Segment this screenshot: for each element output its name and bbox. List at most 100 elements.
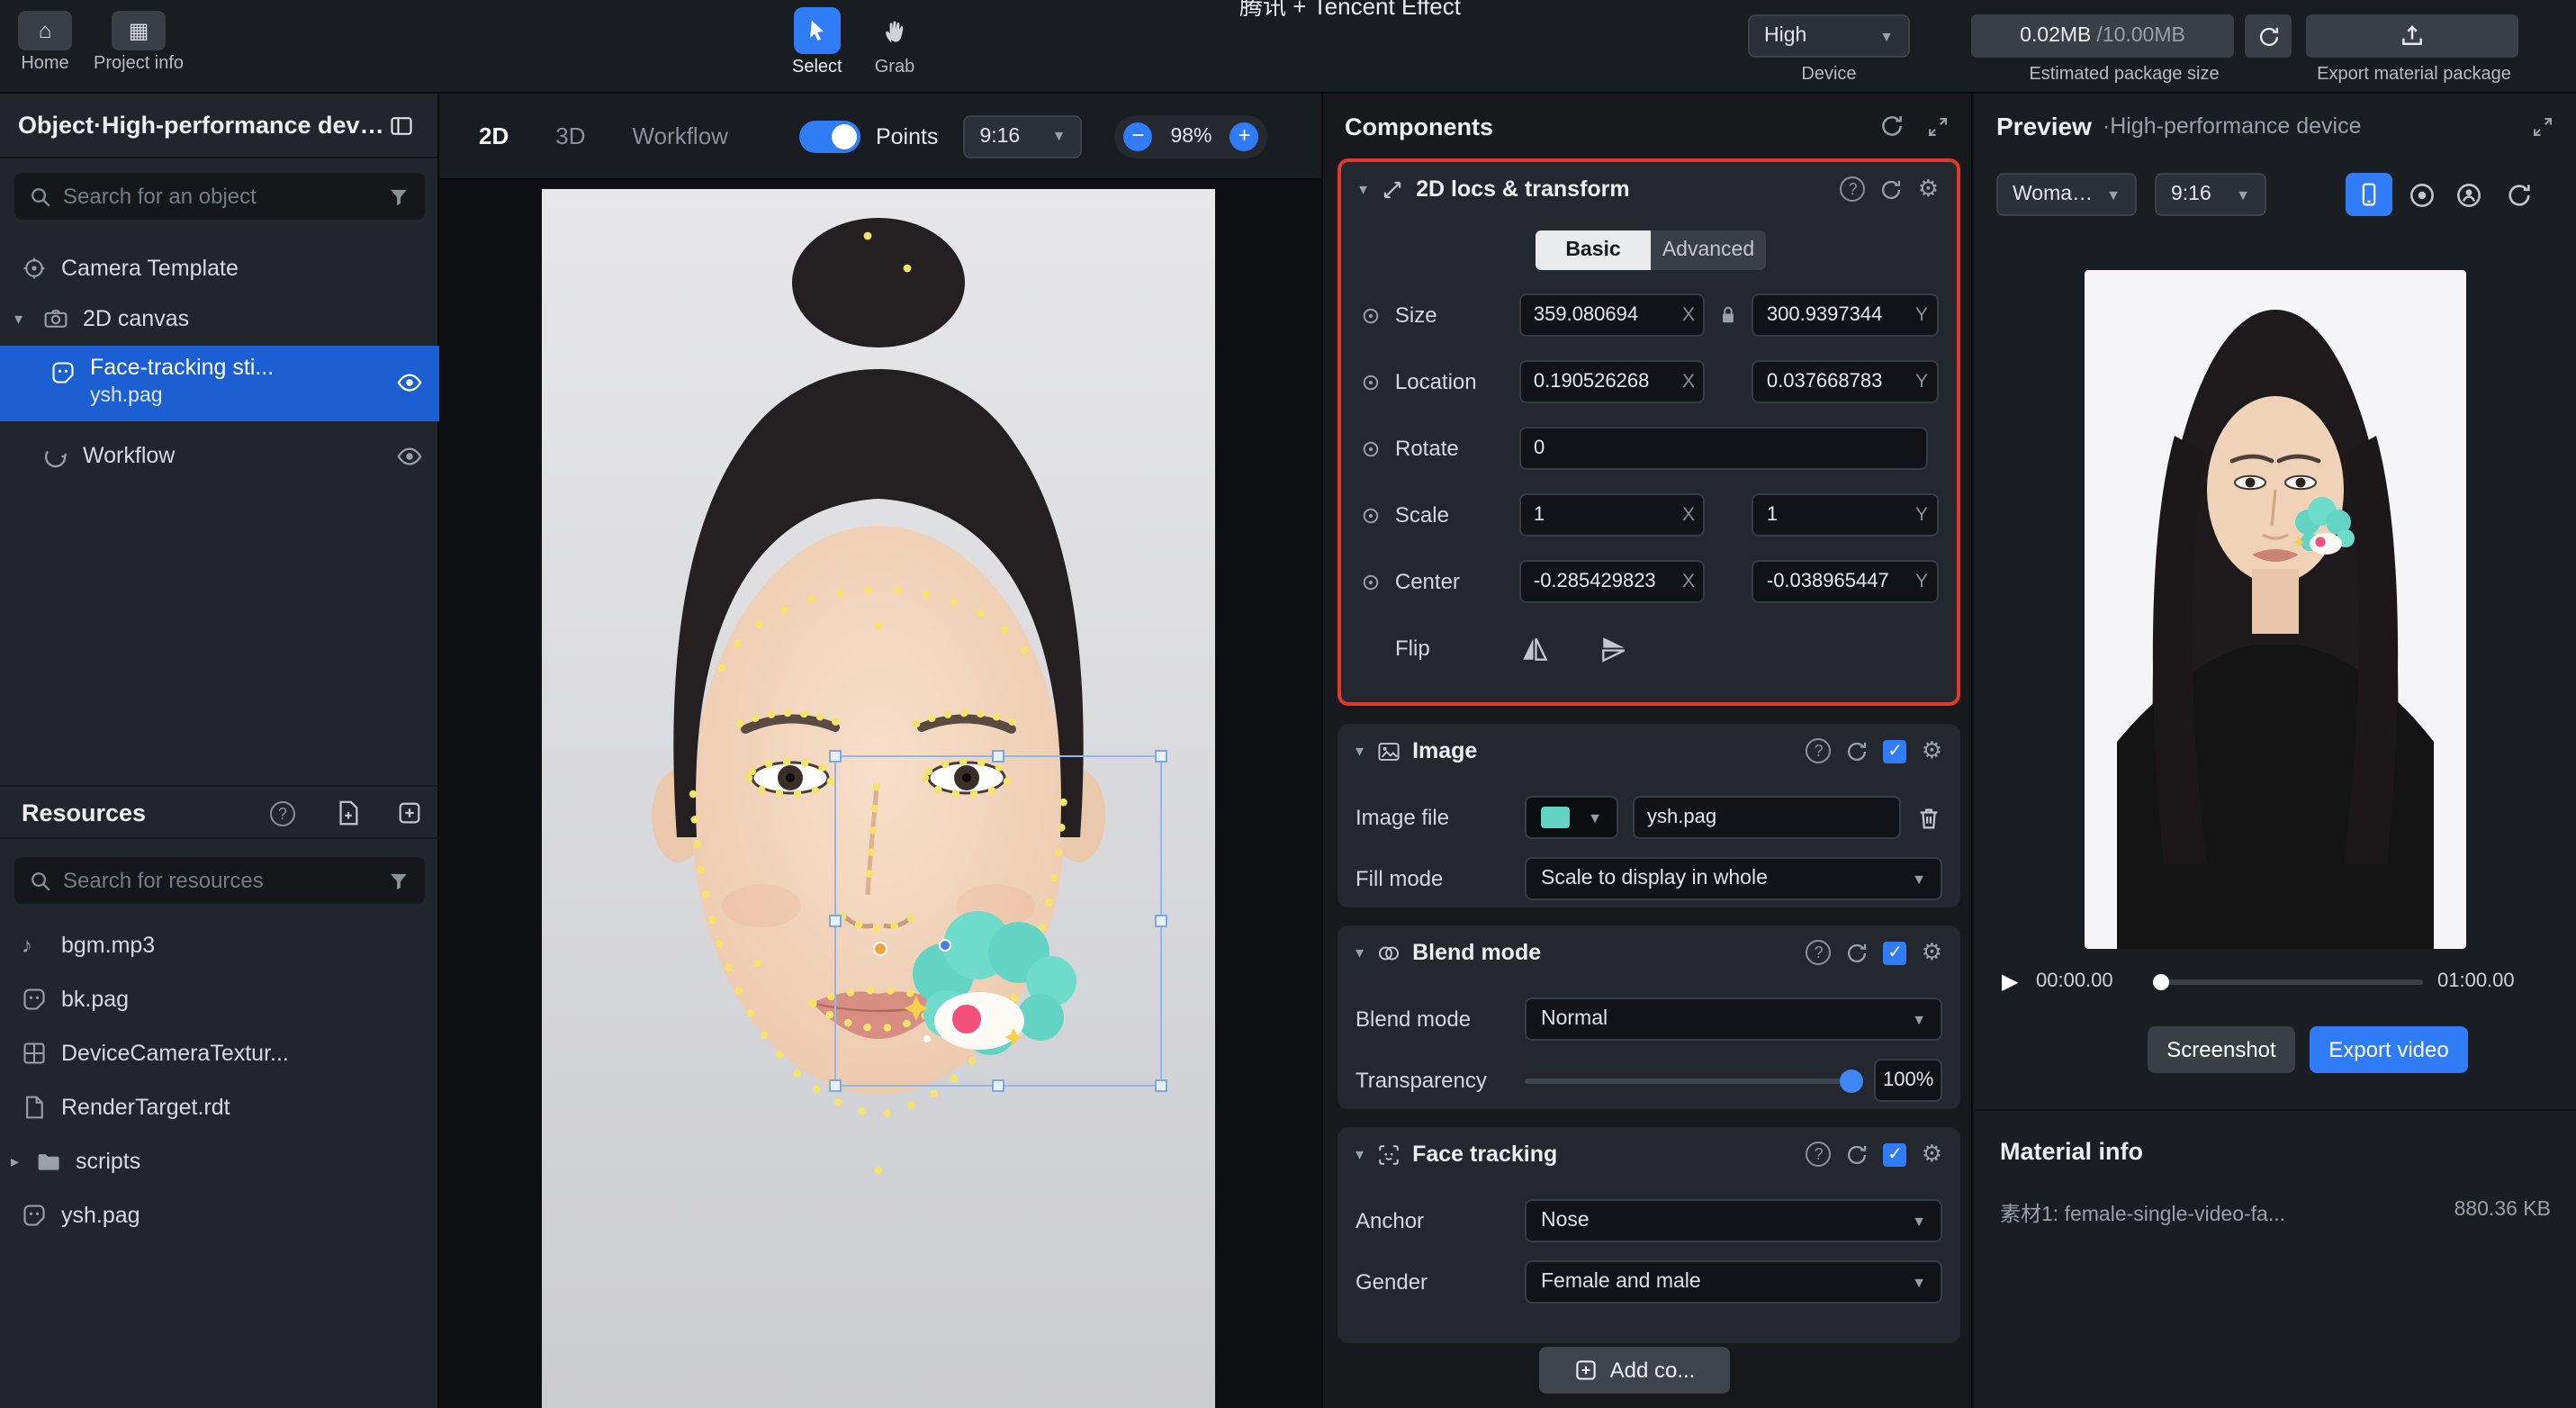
tab-3d[interactable]: 3D [555, 122, 585, 149]
scale-x-input[interactable]: X [1519, 493, 1706, 537]
enabled-checkbox[interactable]: ✓ [1884, 739, 1907, 763]
help-icon[interactable]: ? [1806, 940, 1832, 965]
center-x-input[interactable]: X [1519, 560, 1706, 603]
visibility-eye-icon[interactable] [396, 369, 423, 396]
resource-item[interactable]: ♪ bgm.mp3 [0, 922, 439, 969]
help-icon[interactable]: ? [270, 801, 295, 826]
filter-icon[interactable] [387, 185, 410, 208]
screenshot-button[interactable]: Screenshot [2148, 1026, 2295, 1073]
reset-icon[interactable] [1846, 1142, 1869, 1166]
resources-search[interactable] [14, 857, 425, 904]
preview-video-frame[interactable] [2085, 270, 2466, 949]
rotate-input[interactable] [1519, 427, 1928, 470]
collapse-panel-icon[interactable] [2531, 114, 2554, 138]
project-info-button[interactable]: ▦ Project info [94, 11, 184, 74]
scale-y-input[interactable]: Y [1752, 493, 1939, 537]
export-package-button[interactable] [2306, 14, 2518, 58]
face-tracking-card-header[interactable]: ▾ Face tracking ? ✓ ⚙ [1338, 1127, 1960, 1181]
transparency-value[interactable] [1874, 1059, 1942, 1102]
lock-icon[interactable] [1718, 304, 1740, 326]
blend-mode-select[interactable]: Normal ▼ [1525, 997, 1942, 1041]
image-thumb-select[interactable]: ▼ [1525, 796, 1618, 839]
flip-horizontal-icon[interactable] [1519, 633, 1550, 663]
refresh-icon[interactable] [1879, 113, 1905, 139]
reset-icon[interactable] [1846, 941, 1869, 964]
blend-card-header[interactable]: ▾ Blend mode ? ✓ ⚙ [1338, 925, 1960, 979]
help-icon[interactable]: ? [1806, 1142, 1832, 1167]
add-resource-icon[interactable] [396, 799, 423, 826]
keyframe-toggle-icon[interactable] [1359, 437, 1383, 460]
gear-icon[interactable]: ⚙ [1922, 736, 1942, 765]
resource-item-scripts[interactable]: ▸ scripts [0, 1138, 439, 1185]
tab-2d[interactable]: 2D [479, 122, 509, 149]
export-video-button[interactable]: Export video [2310, 1026, 2468, 1073]
home-button[interactable]: ⌂ Home [18, 11, 72, 74]
resource-item[interactable]: ysh.pag [0, 1192, 439, 1239]
timeline-slider[interactable] [2153, 979, 2423, 985]
tab-workflow[interactable]: Workflow [633, 122, 728, 149]
keyframe-toggle-icon[interactable] [1359, 303, 1383, 327]
center-y-input[interactable]: Y [1752, 560, 1939, 603]
add-component-button[interactable]: Add co... [1539, 1347, 1730, 1394]
enabled-checkbox[interactable]: ✓ [1884, 1142, 1907, 1166]
keyframe-toggle-icon[interactable] [1359, 570, 1383, 593]
preview-aspect-select[interactable]: 9:16 ▼ [2155, 173, 2266, 216]
tab-advanced[interactable]: Advanced [1651, 230, 1766, 270]
flip-vertical-icon[interactable] [1599, 633, 1629, 663]
tree-item-camera-template[interactable]: Camera Template [0, 245, 439, 292]
visibility-eye-icon[interactable] [396, 442, 423, 469]
help-icon[interactable]: ? [1806, 738, 1832, 763]
chevron-down-icon[interactable]: ▾ [1356, 943, 1364, 962]
keyframe-toggle-icon[interactable] [1359, 503, 1383, 527]
help-icon[interactable]: ? [1841, 176, 1866, 202]
points-toggle[interactable] [800, 120, 861, 152]
grab-tool-button[interactable]: Grab [871, 7, 918, 77]
location-y-input[interactable]: Y [1752, 360, 1939, 403]
device-preview-button[interactable] [2346, 173, 2392, 216]
resource-item[interactable]: RenderTarget.rdt [0, 1084, 439, 1131]
gear-icon[interactable]: ⚙ [1922, 938, 1942, 967]
tree-item-face-tracking-sticker[interactable]: Face-tracking sti... ysh.pag [0, 346, 439, 421]
preview-model-select[interactable]: Woman... ▼ [1996, 173, 2137, 216]
refresh-package-button[interactable] [2245, 14, 2292, 58]
object-search-input[interactable] [63, 184, 376, 209]
transform-card-header[interactable]: ▾ 2D locs & transform ? ⚙ [1341, 162, 1957, 216]
resource-item[interactable]: bk.pag [0, 976, 439, 1023]
object-search[interactable] [14, 173, 425, 220]
gear-icon[interactable]: ⚙ [1922, 1140, 1942, 1169]
chevron-down-icon[interactable]: ▾ [1359, 179, 1367, 199]
new-file-icon[interactable] [335, 799, 362, 826]
record-toggle-icon[interactable] [2407, 180, 2437, 211]
size-y-input[interactable]: Y [1752, 293, 1939, 337]
image-card-header[interactable]: ▾ Image ? ✓ ⚙ [1338, 724, 1960, 778]
select-tool-button[interactable]: Select [792, 7, 842, 77]
collapse-panel-icon[interactable] [1926, 114, 1950, 138]
zoom-out-button[interactable]: − [1123, 122, 1152, 150]
tree-item-workflow[interactable]: Workflow [0, 432, 439, 479]
resource-item[interactable]: DeviceCameraTextur... [0, 1030, 439, 1077]
timeline-knob[interactable] [2153, 974, 2169, 990]
play-button[interactable]: ▶ [2002, 969, 2018, 994]
canvas-portrait-image[interactable] [542, 189, 1215, 1408]
chevron-down-icon[interactable]: ▾ [14, 309, 23, 329]
panel-toggle-icon[interactable] [389, 113, 414, 138]
reset-icon[interactable] [1880, 177, 1904, 201]
fill-mode-select[interactable]: Scale to display in whole ▼ [1525, 857, 1942, 900]
anchor-select[interactable]: Nose ▼ [1525, 1199, 1942, 1242]
trash-icon[interactable] [1915, 804, 1942, 831]
chevron-down-icon[interactable]: ▾ [1356, 1144, 1364, 1164]
device-quality-select[interactable]: High ▼ [1748, 14, 1910, 58]
size-x-input[interactable]: X [1519, 293, 1706, 337]
avatar-toggle-icon[interactable] [2454, 180, 2484, 211]
keyframe-toggle-icon[interactable] [1359, 370, 1383, 393]
resources-search-input[interactable] [63, 868, 376, 893]
transparency-slider[interactable] [1525, 1078, 1860, 1083]
tab-basic[interactable]: Basic [1536, 230, 1651, 270]
image-file-name[interactable] [1633, 796, 1901, 839]
gear-icon[interactable]: ⚙ [1918, 175, 1939, 203]
refresh-preview-icon[interactable] [2506, 182, 2533, 209]
chevron-right-icon[interactable]: ▸ [11, 1151, 19, 1171]
enabled-checkbox[interactable]: ✓ [1884, 941, 1907, 964]
zoom-in-button[interactable]: + [1230, 122, 1259, 150]
reset-icon[interactable] [1846, 739, 1869, 763]
